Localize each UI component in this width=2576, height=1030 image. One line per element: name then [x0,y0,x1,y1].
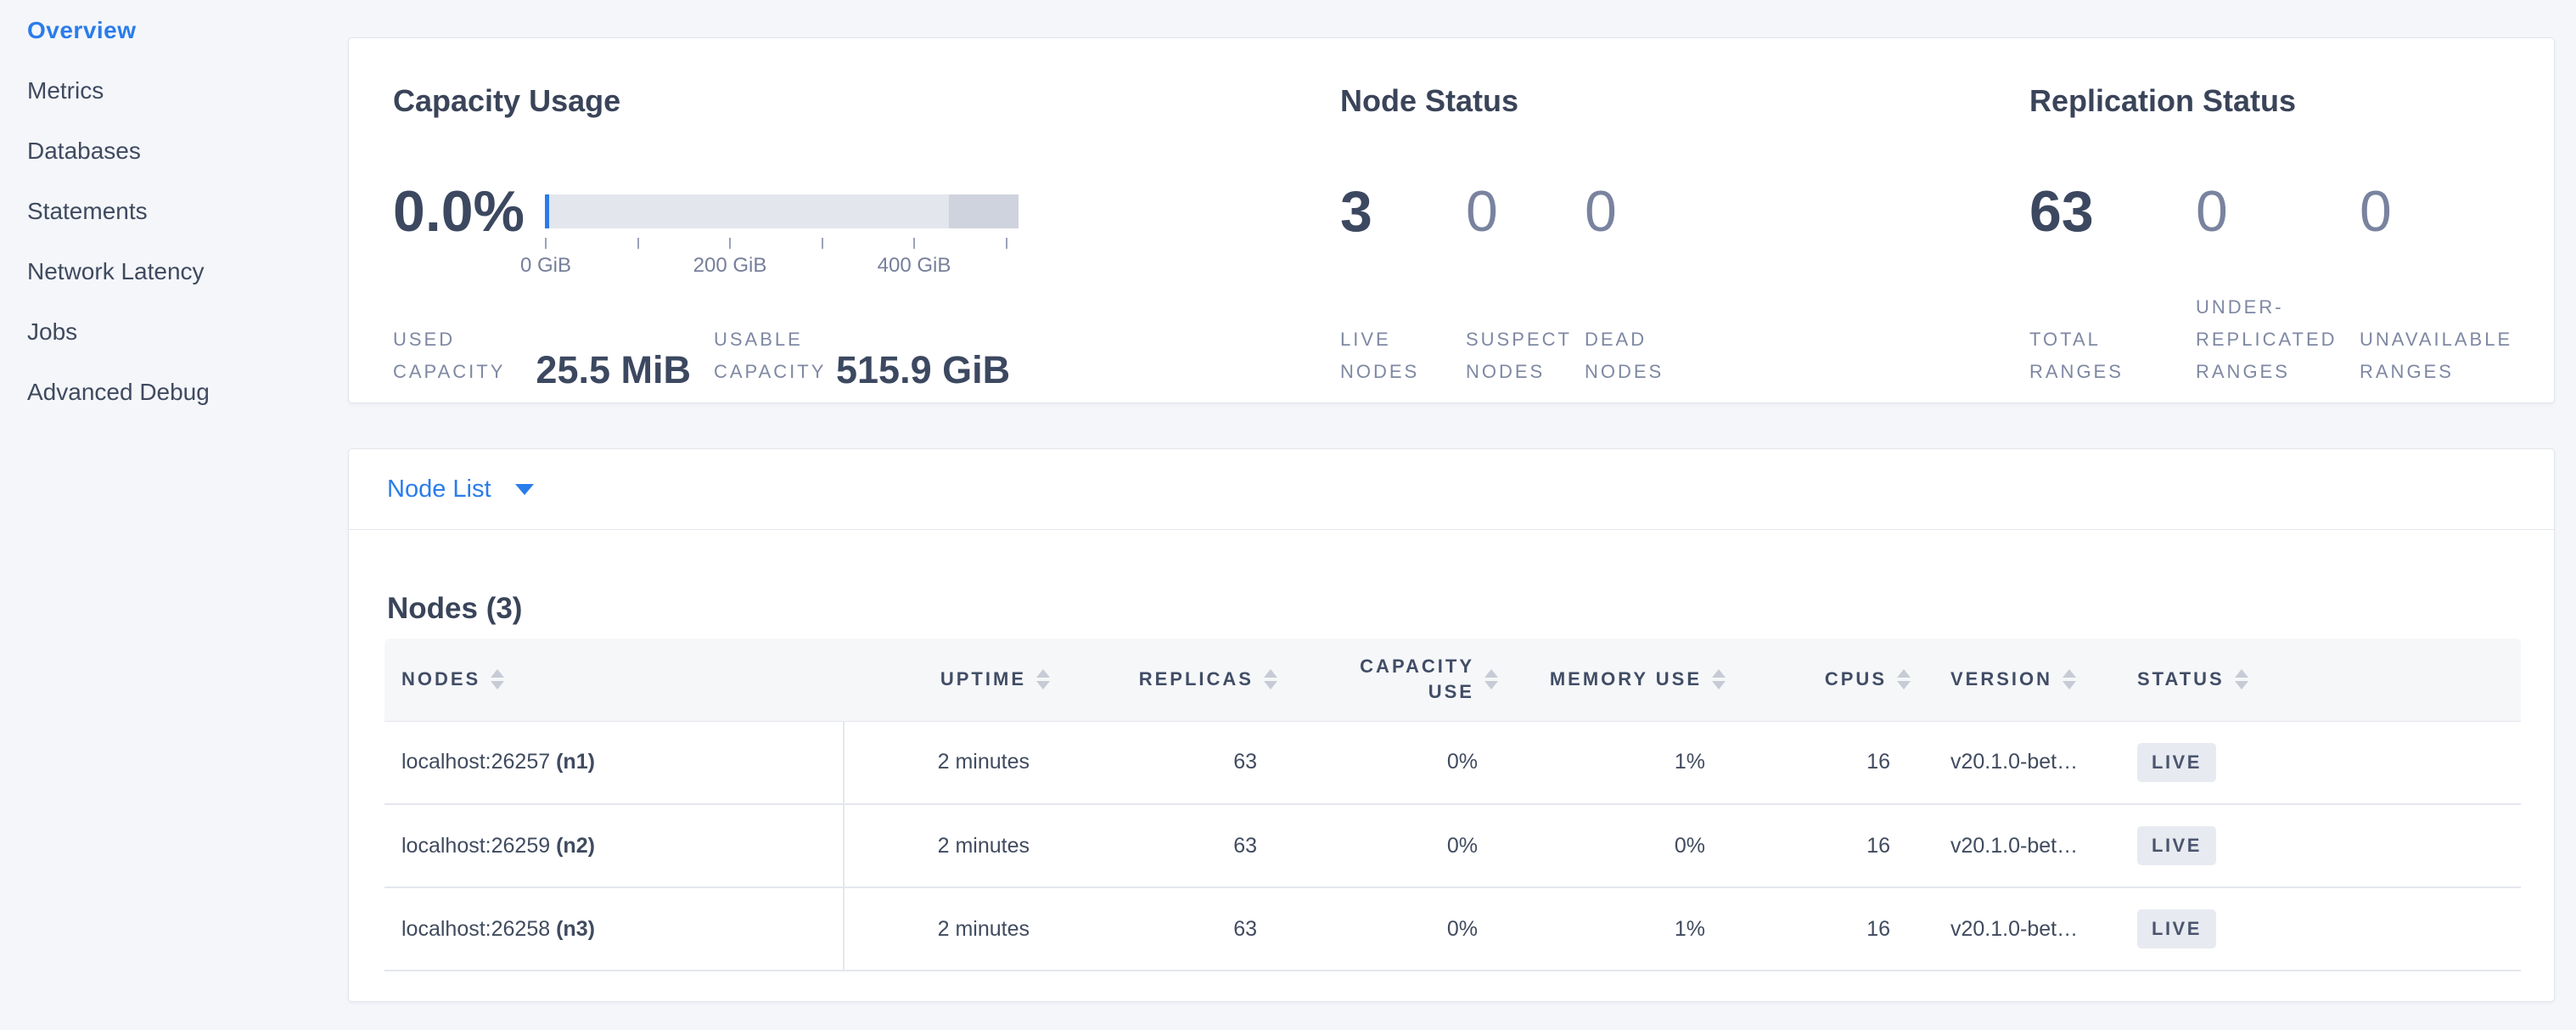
sidebar-item-databases[interactable]: Databases [0,121,348,181]
uptime-cell: 2 minutes [844,887,1060,971]
column-header-nodes[interactable]: NODES [384,639,844,721]
replicas-cell: 63 [1060,721,1288,804]
replicas-cell: 63 [1060,804,1288,887]
replication-status-title: Replication Status [2029,82,2296,120]
node-list-dropdown[interactable]: Node List [387,476,534,504]
node-status-title: Node Status [1340,82,1518,120]
live-nodes-label: LIVE NODES [1340,324,1419,388]
column-header-memory-use[interactable]: MEMORY USE [1508,639,1736,721]
axis-label-0gib: 0 GiB [520,254,571,278]
column-header-replicas[interactable]: REPLICAS [1060,639,1288,721]
under-replicated-ranges-label: UNDER- REPLICATED RANGES [2196,291,2337,388]
column-header-status[interactable]: STATUS [2135,639,2521,721]
sidebar-item-metrics[interactable]: Metrics [0,60,348,121]
sort-icon [1712,669,1726,689]
table-row: localhost:26259 (n2) 2 minutes 63 0% 0% … [384,804,2521,887]
memory-use-cell: 1% [1508,887,1736,971]
capacity-axis-ticks [545,238,1019,249]
memory-use-cell: 1% [1508,721,1736,804]
cpus-cell: 16 [1736,887,1921,971]
status-cell: LIVE [2135,804,2521,887]
sort-icon [1484,669,1498,689]
sort-icon [1897,669,1911,689]
live-nodes-count: 3 [1340,183,1372,240]
cpus-cell: 16 [1736,804,1921,887]
capacity-axis-labels: 0 GiB 200 GiB 400 GiB [545,254,1019,279]
status-badge: LIVE [2137,826,2216,865]
column-header-capacity-use[interactable]: CAPACITY USE [1288,639,1508,721]
view-selector-bar: Node List [349,449,2554,530]
column-header-uptime[interactable]: UPTIME [844,639,1060,721]
node-link-n2[interactable]: localhost:26259 (n2) [384,804,844,887]
table-row: localhost:26258 (n3) 2 minutes 63 0% 1% … [384,887,2521,971]
status-cell: LIVE [2135,887,2521,971]
suspect-nodes-label: SUSPECT NODES [1466,324,1572,388]
axis-label-400gib: 400 GiB [878,254,951,278]
capacity-used-percent: 0.0% [393,183,525,240]
capacity-use-cell: 0% [1288,887,1508,971]
cpus-cell: 16 [1736,721,1921,804]
column-header-version[interactable]: VERSION [1921,639,2135,721]
sidebar-item-advanced-debug[interactable]: Advanced Debug [0,362,348,422]
capacity-bar-chart: 0 GiB 200 GiB 400 GiB [545,194,1019,279]
sidebar-item-statements[interactable]: Statements [0,181,348,241]
capacity-bar-dark-segment [949,194,1019,228]
uptime-cell: 2 minutes [844,721,1060,804]
used-capacity-value: 25.5 MiB [502,351,691,389]
node-link-n3[interactable]: localhost:26258 (n3) [384,887,844,971]
sort-icon [491,669,504,689]
capacity-use-cell: 0% [1288,804,1508,887]
used-capacity-label: USED CAPACITY [393,324,505,388]
sidebar-item-network-latency[interactable]: Network Latency [0,241,348,301]
sort-icon [1264,669,1277,689]
under-replicated-ranges-count: 0 [2196,183,2228,240]
status-badge: LIVE [2137,743,2216,782]
chevron-down-icon [515,484,534,495]
total-ranges-label: TOTAL RANGES [2029,324,2124,388]
nodes-table: NODES UPTIME REPLICAS CAPACITY USE [384,639,2521,971]
table-row: localhost:26257 (n1) 2 minutes 63 0% 1% … [384,721,2521,804]
version-cell: v20.1.0-bet… [1921,887,2135,971]
usable-capacity-label: USABLE CAPACITY [714,324,826,388]
replicas-cell: 63 [1060,887,1288,971]
capacity-bar-track [545,194,1019,228]
uptime-cell: 2 minutes [844,804,1060,887]
dead-nodes-count: 0 [1585,183,1617,240]
unavailable-ranges-label: UNAVAILABLE RANGES [2360,324,2512,388]
sidebar-item-jobs[interactable]: Jobs [0,301,348,362]
axis-label-200gib: 200 GiB [693,254,767,278]
status-cell: LIVE [2135,721,2521,804]
status-badge: LIVE [2137,909,2216,948]
node-list-card: Node List Nodes (3) NODES UPTIME [348,448,2555,1002]
sort-icon [2235,669,2248,689]
dead-nodes-label: DEAD NODES [1585,324,1664,388]
total-ranges-count: 63 [2029,183,2094,240]
column-header-cpus[interactable]: CPUS [1736,639,1921,721]
cluster-summary-card: Capacity Usage 0.0% 0 GiB 200 GiB 400 Gi… [348,37,2555,403]
nodes-heading: Nodes (3) [387,591,2554,627]
usable-capacity-value: 515.9 GiB [836,351,1010,389]
unavailable-ranges-count: 0 [2360,183,2392,240]
capacity-bar-used-fill [545,194,549,228]
capacity-usage-title: Capacity Usage [393,82,620,120]
sort-icon [2062,669,2076,689]
node-link-n1[interactable]: localhost:26257 (n1) [384,721,844,804]
memory-use-cell: 0% [1508,804,1736,887]
capacity-use-cell: 0% [1288,721,1508,804]
table-header-row: NODES UPTIME REPLICAS CAPACITY USE [384,639,2521,721]
version-cell: v20.1.0-bet… [1921,804,2135,887]
sidebar: Overview Metrics Databases Statements Ne… [0,0,348,1030]
sidebar-item-overview[interactable]: Overview [0,0,348,60]
suspect-nodes-count: 0 [1466,183,1498,240]
version-cell: v20.1.0-bet… [1921,721,2135,804]
sort-icon [1036,669,1050,689]
